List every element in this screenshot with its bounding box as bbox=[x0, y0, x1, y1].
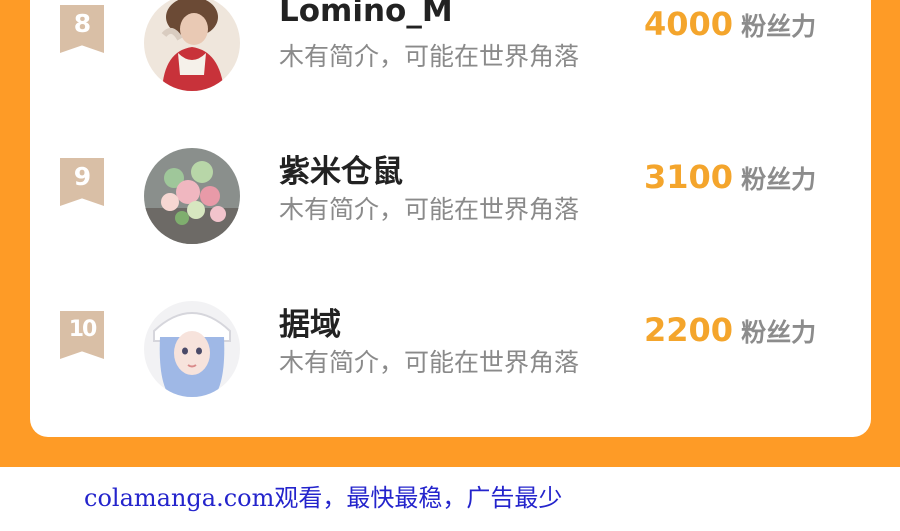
fans-unit: 粉丝力 bbox=[741, 165, 817, 194]
ranking-row[interactable]: 10 据域 木有简介，可能在世界角落 2200 粉丝力 bbox=[30, 301, 871, 401]
fans-power: 2200 粉丝力 bbox=[644, 311, 816, 349]
avatar[interactable] bbox=[144, 0, 240, 91]
fans-count: 3100 bbox=[644, 158, 734, 196]
user-description: 木有简介，可能在世界角落 bbox=[279, 348, 580, 377]
fans-power: 4000 粉丝力 bbox=[644, 5, 816, 43]
fans-unit: 粉丝力 bbox=[741, 12, 817, 41]
user-name[interactable]: 据域 bbox=[279, 299, 341, 344]
avatar[interactable] bbox=[144, 148, 240, 244]
fans-power: 3100 粉丝力 bbox=[644, 158, 816, 196]
rank-number: 9 bbox=[73, 162, 91, 191]
user-name[interactable]: Lomino_M bbox=[279, 0, 453, 29]
rank-badge: 8 bbox=[60, 5, 104, 53]
fans-count: 4000 bbox=[644, 5, 734, 43]
ranking-row[interactable]: 9 紫米仓鼠 木有简介，可能在世界角落 3100 粉丝力 bbox=[30, 148, 871, 248]
ranking-card: 8 Lomino_M 木有简介，可能在世界角落 4000 粉丝力 9 紫米仓鼠 … bbox=[30, 0, 871, 437]
user-name[interactable]: 紫米仓鼠 bbox=[279, 146, 403, 191]
rank-badge: 9 bbox=[60, 158, 104, 206]
fans-count: 2200 bbox=[644, 311, 734, 349]
rank-badge: 10 bbox=[60, 311, 104, 359]
watermark-text: colamanga.com观看，最快最稳，广告最少 bbox=[84, 484, 563, 512]
avatar[interactable] bbox=[144, 301, 240, 397]
rank-number: 8 bbox=[73, 9, 91, 38]
ranking-row[interactable]: 8 Lomino_M 木有简介，可能在世界角落 4000 粉丝力 bbox=[30, 0, 871, 95]
user-description: 木有简介，可能在世界角落 bbox=[279, 42, 580, 71]
rank-number: 10 bbox=[68, 317, 98, 342]
user-description: 木有简介，可能在世界角落 bbox=[279, 195, 580, 224]
fans-unit: 粉丝力 bbox=[741, 318, 817, 347]
